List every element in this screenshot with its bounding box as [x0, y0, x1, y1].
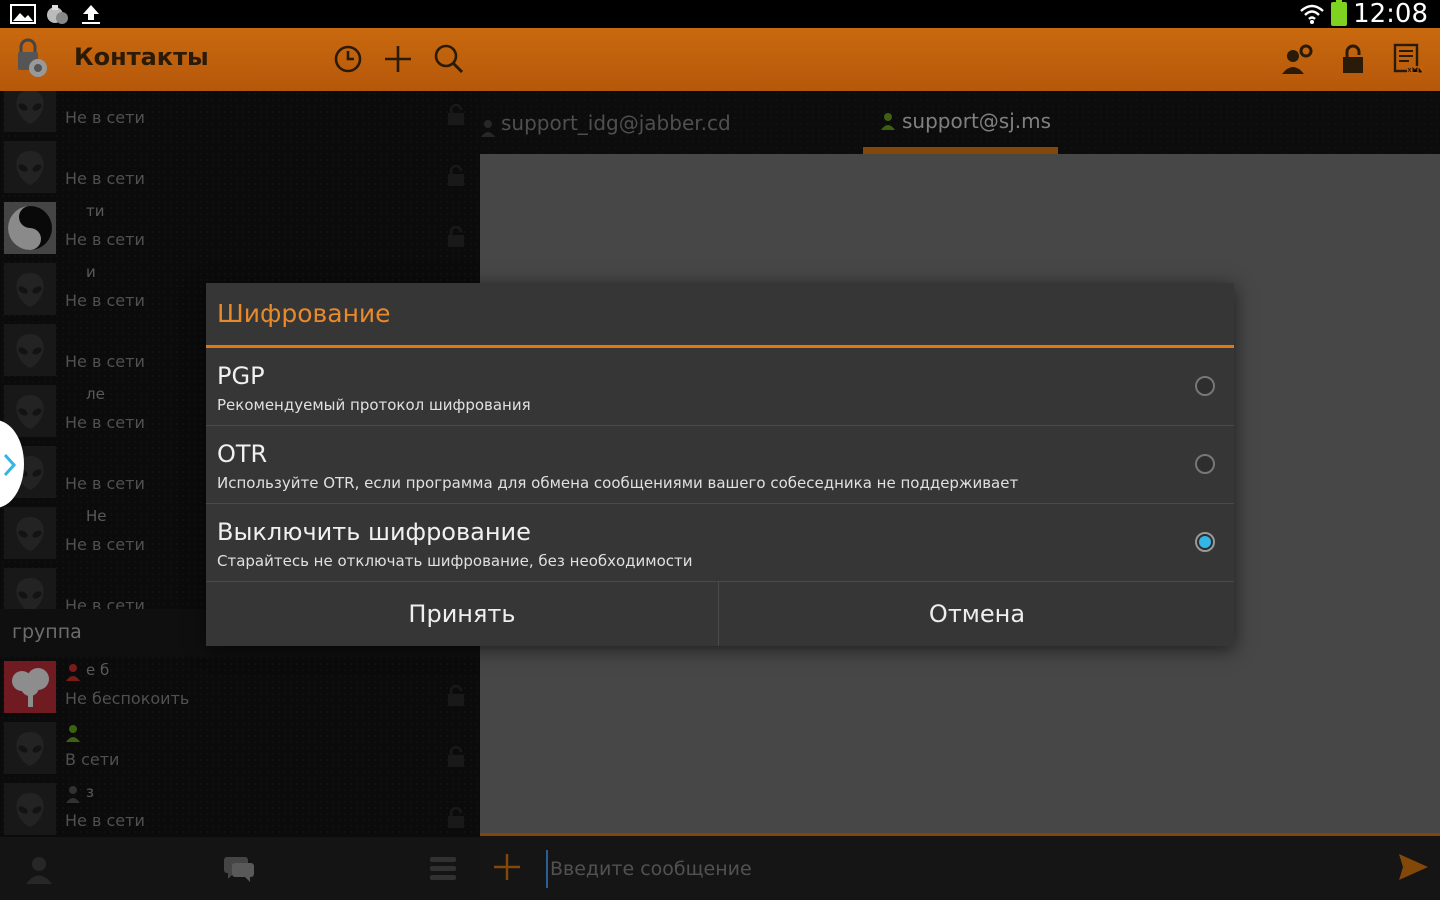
lock-icon[interactable]	[1336, 42, 1370, 76]
chevron-right-icon	[3, 453, 17, 477]
option-description: Старайтесь не отключать шифрование, без …	[217, 552, 693, 570]
option-title: PGP	[217, 362, 265, 390]
radio-disable-encryption[interactable]	[1195, 532, 1215, 552]
action-bar: Контакты	[0, 28, 1440, 91]
app-root: 12:08 Контакты Не в сети Не в сети ти Не…	[0, 0, 1440, 900]
dialog-title: Шифрование	[217, 299, 391, 328]
dialog-buttons: Принять Отмена	[206, 581, 1234, 646]
status-bar: 12:08	[0, 0, 1440, 28]
gallery-icon	[10, 4, 36, 24]
accept-button[interactable]: Принять	[206, 582, 719, 646]
history-icon[interactable]	[331, 42, 365, 76]
app-notification-icon	[47, 5, 68, 24]
upload-icon	[82, 5, 100, 24]
option-pgp[interactable]: PGP Рекомендуемый протокол шифрования	[206, 348, 1234, 426]
add-icon[interactable]	[381, 42, 415, 76]
xml-console-icon[interactable]	[1391, 42, 1425, 76]
app-logo-icon[interactable]	[10, 38, 52, 80]
battery-icon	[1331, 0, 1348, 26]
account-settings-icon[interactable]	[1280, 42, 1314, 76]
page-title: Контакты	[74, 43, 209, 71]
option-description: Используйте OTR, если программа для обме…	[217, 474, 1019, 492]
cancel-button[interactable]: Отмена	[720, 582, 1234, 646]
option-otr[interactable]: OTR Используйте OTR, если программа для …	[206, 426, 1234, 504]
radio-pgp[interactable]	[1195, 376, 1215, 396]
option-title: OTR	[217, 440, 268, 468]
encryption-dialog: Шифрование PGP Рекомендуемый протокол ши…	[206, 283, 1234, 646]
search-icon[interactable]	[432, 42, 466, 76]
option-disable-encryption[interactable]: Выключить шифрование Старайтесь не отклю…	[206, 504, 1234, 582]
radio-otr[interactable]	[1195, 454, 1215, 474]
option-description: Рекомендуемый протокол шифрования	[217, 396, 531, 414]
clock: 12:08	[1353, 0, 1428, 29]
wifi-icon	[1300, 4, 1324, 24]
option-title: Выключить шифрование	[217, 518, 531, 546]
